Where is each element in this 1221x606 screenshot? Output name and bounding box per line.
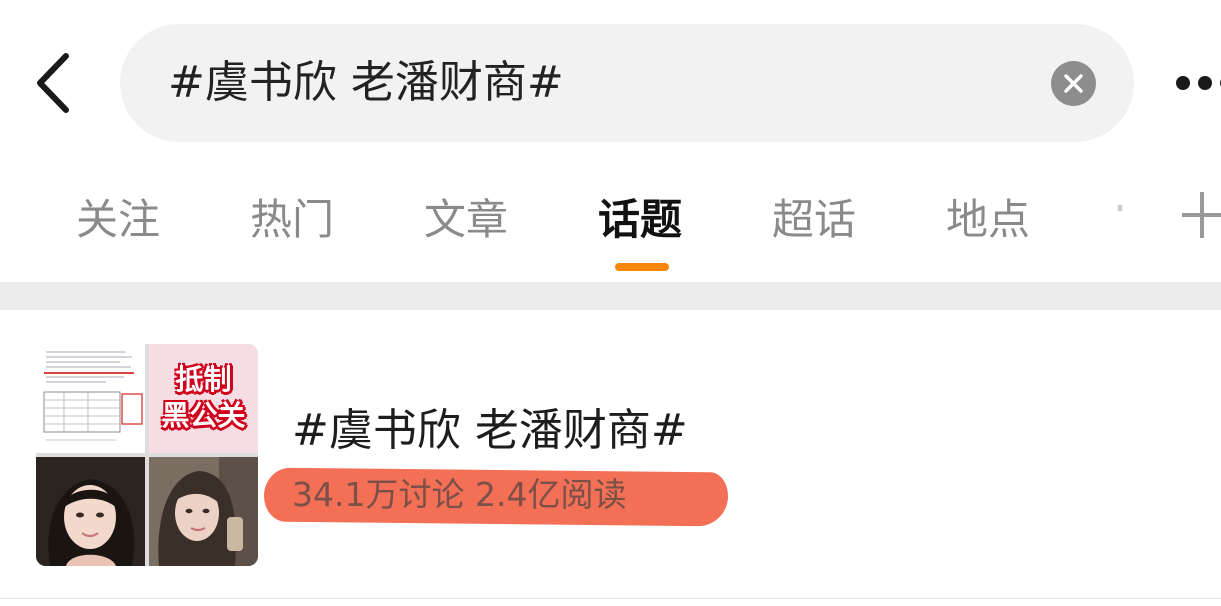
search-box[interactable]: #虞书欣 老潘财商# xyxy=(120,24,1134,142)
active-tab-indicator xyxy=(615,263,669,271)
tab-articles[interactable]: 文章 xyxy=(424,192,508,248)
chevron-left-icon xyxy=(37,53,69,113)
more-dot-icon xyxy=(1198,76,1212,90)
more-options-button[interactable] xyxy=(1172,70,1221,98)
search-header: #虞书欣 老潘财商# xyxy=(0,0,1221,160)
more-dot-icon xyxy=(1176,76,1190,90)
tab-super-topics[interactable]: 超话 xyxy=(772,192,856,248)
cover-slogan-line1: 抵制 xyxy=(175,363,232,396)
document-screenshot-thumbnail xyxy=(36,344,145,453)
topic-result-item[interactable]: 抵制 黑公关 #虞书欣 老潘财商# 34.1万讨论 2.4亿阅读 xyxy=(0,310,1221,606)
tab-topics[interactable]: 话题 xyxy=(598,192,682,248)
plus-icon xyxy=(1200,192,1204,238)
tab-places[interactable]: 地点 xyxy=(946,192,1030,248)
clear-search-button[interactable] xyxy=(1051,61,1096,106)
add-tab-button[interactable] xyxy=(1182,192,1221,238)
topic-stats: 34.1万讨论 2.4亿阅读 xyxy=(292,475,627,514)
cover-slogan-line2: 黑公关 xyxy=(161,399,246,432)
search-query-text[interactable]: #虞书欣 老潘财商# xyxy=(168,56,564,110)
topic-title[interactable]: #虞书欣 老潘财商# xyxy=(292,404,688,458)
tab-follow[interactable]: 关注 xyxy=(76,192,160,248)
list-divider xyxy=(0,598,1221,599)
search-tabs: 关注 热门 文章 话题 超话 地点 xyxy=(0,170,1221,280)
portrait-thumbnail xyxy=(149,457,258,566)
tab-hot[interactable]: 热门 xyxy=(250,192,334,248)
back-button[interactable] xyxy=(28,50,78,116)
portrait-thumbnail xyxy=(36,457,145,566)
boycott-slogan-thumbnail: 抵制 黑公关 xyxy=(149,344,258,453)
close-icon xyxy=(1064,74,1083,93)
section-divider xyxy=(0,282,1221,310)
topic-cover-image: 抵制 黑公关 xyxy=(36,344,258,566)
tab-overflow-hint xyxy=(1118,205,1122,211)
